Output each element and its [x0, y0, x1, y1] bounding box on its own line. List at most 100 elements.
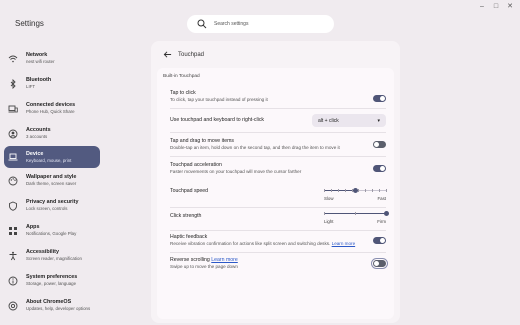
devices-icon [8, 105, 18, 112]
sidebar-item-accessibility[interactable]: Accessibility Screen reader, magnificatio… [4, 243, 100, 268]
nav-sub: Dark theme, screen saver [26, 181, 77, 186]
nav-label: Accessibility [26, 249, 59, 255]
sidebar-item-accounts[interactable]: Accounts 3 accounts [4, 121, 100, 146]
slider-tick [365, 189, 367, 192]
panel-header: Touchpad [163, 50, 204, 59]
toggle-knob [380, 96, 385, 101]
sidebar-item-wallpaper[interactable]: Wallpaper and style Dark theme, screen sa… [4, 168, 100, 193]
slider-tick [358, 189, 360, 192]
palette-icon [8, 176, 18, 185]
minimize-button[interactable]: – [478, 3, 486, 11]
slider-labels: Light Firm [324, 219, 386, 224]
slider-thumb[interactable] [353, 188, 358, 193]
click-strength-slider[interactable]: Light Firm [324, 210, 389, 226]
nav-label: About ChromeOS [26, 299, 72, 305]
reverse-title-text: Reverse scrolling [170, 257, 210, 263]
slider-tick [324, 212, 325, 215]
slider-tick [386, 189, 387, 192]
row-sub: To click, tap your touchpad instead of p… [170, 97, 268, 102]
shield-icon [9, 201, 17, 211]
nav-sub: Notifications, Google Play [26, 231, 77, 236]
sidebar-item-system[interactable]: System preferences Storage, power, langua… [4, 268, 100, 293]
row-title: Haptic feedback [170, 234, 208, 240]
nav-sub: Storage, power, language [26, 281, 77, 286]
haptic-learn-more-link[interactable]: Learn more [332, 241, 356, 246]
nav-label: Wallpaper and style [26, 174, 77, 180]
nav-label: Device [26, 150, 44, 157]
app-title: Settings [15, 19, 44, 28]
search-icon [197, 19, 207, 29]
search-bar[interactable] [187, 15, 334, 33]
sidebar-item-apps[interactable]: Apps Notifications, Google Play [4, 218, 100, 243]
window-controls: – □ ✕ [478, 3, 514, 11]
accessibility-icon [9, 251, 17, 260]
nav-label: Bluetooth [26, 77, 52, 83]
row-sub: Faster movements on your touchpad will m… [170, 169, 302, 174]
nav-label: System preferences [26, 274, 78, 280]
sidebar-item-about[interactable]: About ChromeOS Updates, help, developer o… [4, 293, 100, 318]
slider-tick [324, 189, 325, 192]
slider-max-label: Firm [377, 219, 386, 224]
divider [170, 156, 386, 157]
sidebar-item-device[interactable]: Device Keyboard, mouse, print [4, 146, 100, 168]
panel-title: Touchpad [178, 51, 205, 58]
slider-tick [344, 189, 346, 192]
back-arrow-icon[interactable] [163, 50, 172, 59]
tap-drag-toggle[interactable] [373, 141, 386, 148]
tap-to-click-toggle[interactable] [373, 95, 386, 102]
account-icon [8, 129, 18, 138]
row-speed: Touchpad speed Slow Fast [170, 187, 387, 204]
divider [170, 108, 386, 109]
speed-slider[interactable]: Slow Fast [324, 187, 387, 203]
nav-sub: Updates, help, developer options [26, 306, 91, 311]
slider-tick [337, 189, 339, 192]
chromeos-icon [8, 301, 18, 310]
dropdown-arrow-icon: ▾ [377, 117, 380, 124]
right-click-select[interactable]: alt + click ▾ [312, 114, 386, 127]
laptop-icon [8, 153, 18, 161]
reverse-scrolling-toggle[interactable] [371, 258, 388, 269]
apps-icon [9, 226, 17, 235]
row-title: Reverse scrolling Learn more [170, 257, 386, 264]
reverse-learn-more-link[interactable]: Learn more [211, 257, 238, 263]
divider [170, 252, 386, 253]
nav-sub: Lock screen, controls [26, 206, 68, 211]
sidebar-item-privacy[interactable]: Privacy and security Lock screen, control… [4, 193, 100, 218]
sidebar-item-network[interactable]: Network nest wifi router [4, 46, 100, 71]
slider-fill [324, 190, 355, 191]
sidebar-item-connected-devices[interactable]: Connected devices Phone Hub, Quick Share [4, 96, 100, 121]
nav-sub: 3 accounts [26, 134, 48, 139]
slider-thumb[interactable] [384, 211, 389, 216]
row-acceleration: Touchpad acceleration Faster movements o… [170, 162, 386, 176]
search-input[interactable] [214, 21, 324, 27]
divider [170, 230, 386, 231]
row-sub: Receive vibration confirmation for actio… [170, 241, 386, 247]
nav-label: Privacy and security [26, 199, 79, 205]
row-sub: Swipe up to move the page down [170, 264, 238, 269]
acceleration-toggle[interactable] [373, 165, 386, 172]
haptic-toggle[interactable] [373, 237, 386, 244]
nav-sub: nest wifi router [26, 59, 55, 64]
select-value: alt + click [318, 117, 339, 124]
sidebar-item-bluetooth[interactable]: Bluetooth LIFT [4, 71, 100, 96]
row-right-click: Use touchpad and keyboard to right-click… [170, 114, 386, 127]
nav-sub: Keyboard, mouse, print [26, 157, 72, 163]
slider-tick [330, 189, 332, 192]
nav-sub: Phone Hub, Quick Share [26, 109, 75, 114]
slider-min-label: Light [324, 219, 334, 224]
wifi-icon [8, 55, 18, 62]
row-tap-to-click: Tap to click To click, tap your touchpad… [170, 90, 386, 104]
maximize-button[interactable]: □ [492, 3, 500, 11]
slider-tick [372, 189, 374, 192]
section-title: Built-in Touchpad [163, 74, 200, 79]
slider-min-label: Slow [324, 196, 334, 201]
slider-labels: Slow Fast [324, 196, 386, 201]
haptic-sub-text: Receive vibration confirmation for actio… [170, 241, 331, 246]
nav-label: Network [26, 52, 48, 58]
sidebar: Network nest wifi router Bluetooth LIFT Co… [0, 46, 104, 318]
row-tap-drag: Tap and drag to move items Double-tap an… [170, 138, 386, 152]
close-button[interactable]: ✕ [506, 3, 514, 11]
row-haptic: Haptic feedback Receive vibration confir… [170, 234, 386, 248]
nav-label: Apps [26, 224, 40, 230]
touchpad-panel: Touchpad Built-in Touchpad Tap to click … [151, 41, 400, 323]
